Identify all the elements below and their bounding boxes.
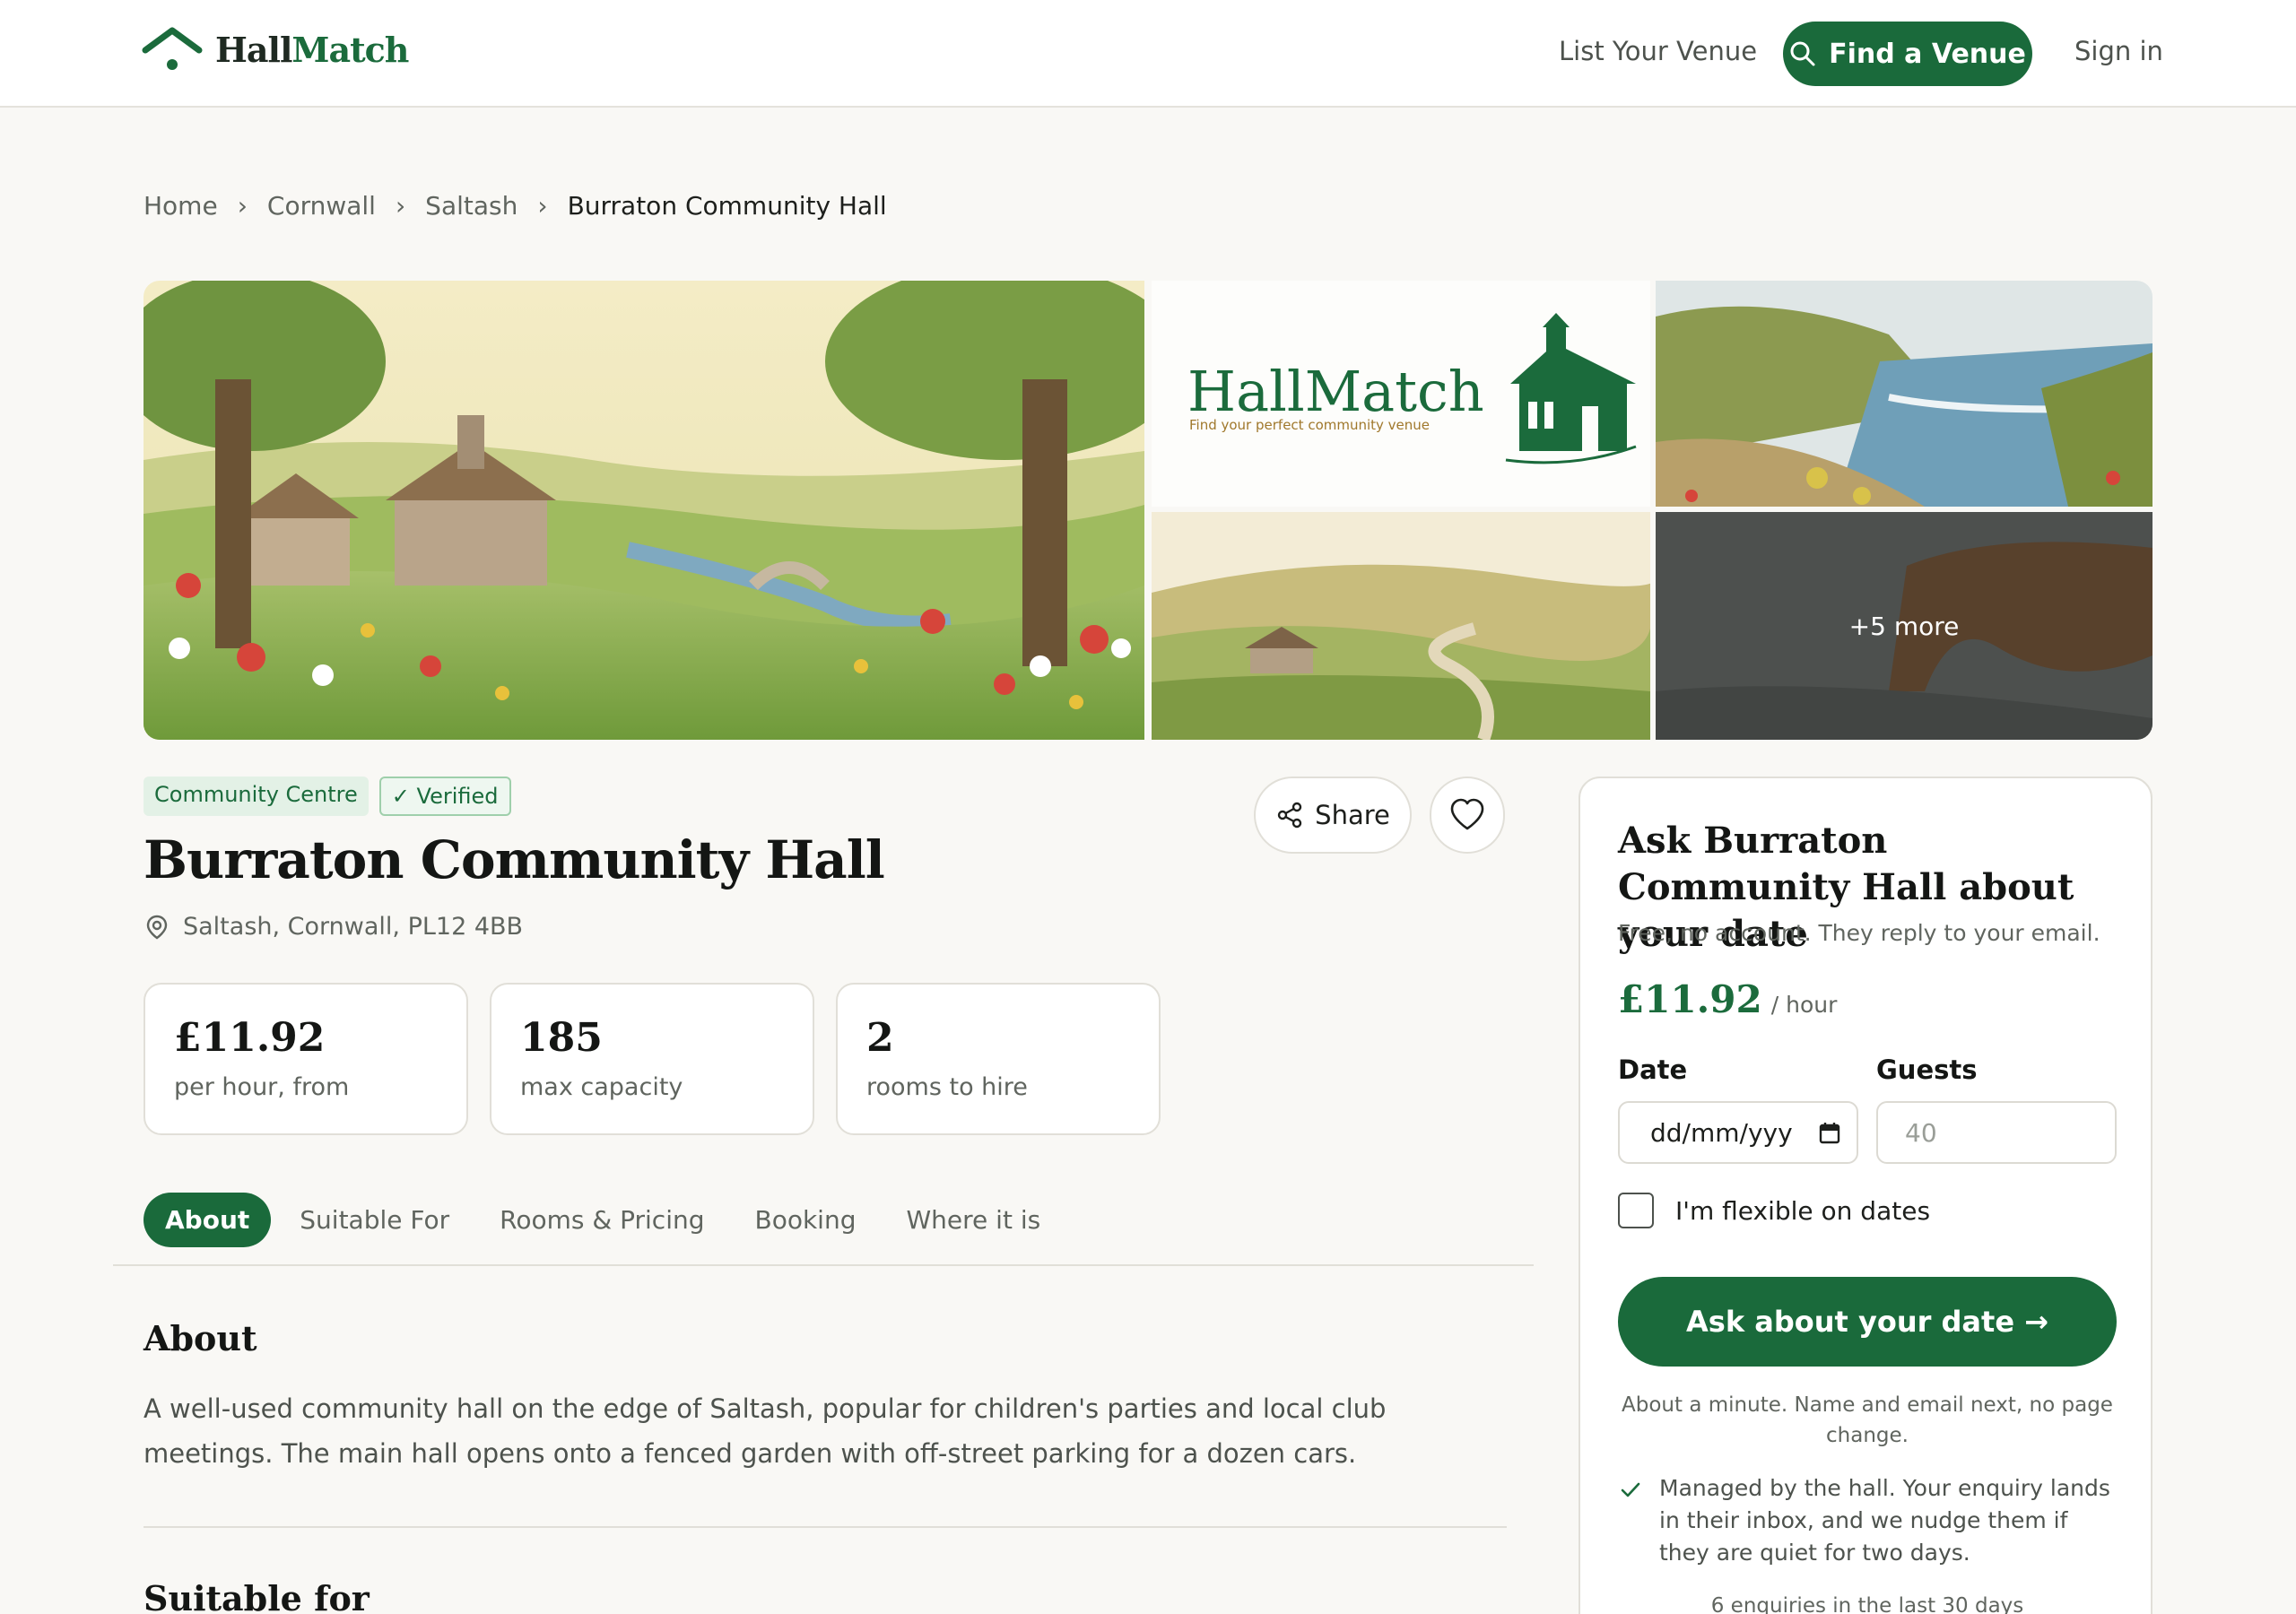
flexible-dates-checkbox[interactable]: I'm flexible on dates: [1618, 1193, 1930, 1228]
section-divider: [144, 1526, 1507, 1528]
guests-input[interactable]: 40: [1876, 1101, 2117, 1164]
heart-icon: [1450, 798, 1484, 830]
date-label: Date: [1618, 1054, 1688, 1085]
price-unit: / hour: [1770, 992, 1838, 1018]
about-text: A well-used community hall on the edge o…: [144, 1393, 1387, 1469]
stat-value: £11.92: [174, 1015, 326, 1061]
logo-roof-icon: [142, 27, 203, 70]
stat-value: 2: [866, 1015, 894, 1061]
location-text: Saltash, Cornwall, PL12 4BB: [183, 913, 524, 941]
tabs-divider: [113, 1264, 1534, 1266]
venue-location: Saltash, Cornwall, PL12 4BB: [144, 913, 523, 941]
breadcrumb-cornwall[interactable]: Cornwall: [267, 191, 376, 221]
venue-tags: Community Centre ✓ Verified: [144, 777, 511, 816]
gallery-coast-photo[interactable]: [1656, 281, 2152, 507]
nav-list-your-venue[interactable]: List Your Venue: [1559, 36, 1757, 66]
guests-label: Guests: [1876, 1054, 1978, 1085]
tab-booking[interactable]: Booking: [755, 1205, 857, 1235]
gallery-main-photo[interactable]: [144, 281, 1144, 740]
gallery-logo-photo[interactable]: HallMatch Find your perfect community ve…: [1152, 281, 1650, 507]
nav-sign-in[interactable]: Sign in: [2074, 36, 2163, 66]
managed-text: Managed by the hall. Your enquiry lands …: [1659, 1475, 2110, 1566]
share-button[interactable]: Share: [1254, 777, 1412, 854]
gallery-more-photos[interactable]: +5 more: [1656, 512, 2152, 740]
breadcrumb-current: Burraton Community Hall: [567, 191, 887, 221]
enquiries-count: 6 enquiries in the last 30 days: [1710, 1594, 2024, 1614]
chevron-right-icon: ›: [395, 191, 406, 221]
stat-label: max capacity: [520, 1073, 683, 1101]
enquiry-card: Ask Burraton Community Hall about your d…: [1578, 777, 2152, 1614]
stat-label: rooms to hire: [866, 1073, 1028, 1101]
search-icon: [1790, 41, 1815, 66]
gallery-logo-tagline: Find your perfect community venue: [1189, 417, 1430, 433]
breadcrumb: Home › Cornwall › Saltash › Burraton Com…: [144, 191, 887, 221]
enquiry-note: About a minute. Name and email next, no …: [1622, 1393, 2113, 1447]
stat-price: £11.92 per hour, from: [144, 983, 468, 1135]
logo[interactable]: HallMatch: [142, 27, 409, 72]
verified-badge: ✓ Verified: [378, 777, 511, 816]
checkbox-box[interactable]: [1618, 1193, 1654, 1228]
section-tabs: About Suitable For Rooms & Pricing Booki…: [144, 1193, 1091, 1247]
date-value: dd/mm/yyy: [1650, 1117, 1793, 1148]
date-input[interactable]: dd/mm/yyy: [1618, 1101, 1858, 1164]
managed-note: Managed by the hall. Your enquiry lands …: [1618, 1472, 2117, 1569]
verified-label: Verified: [416, 784, 499, 809]
tab-where-it-is[interactable]: Where it is: [906, 1205, 1040, 1235]
suitable-heading: Suitable for: [144, 1578, 370, 1614]
gallery-logo-title: HallMatch: [1187, 359, 1484, 424]
check-icon: ✓: [391, 784, 417, 809]
photo-gallery: HallMatch Find your perfect community ve…: [144, 281, 2152, 740]
tab-suitable-for[interactable]: Suitable For: [300, 1205, 449, 1235]
find-venue-button[interactable]: Find a Venue: [1783, 22, 2032, 86]
breadcrumb-saltash[interactable]: Saltash: [425, 191, 517, 221]
enquiry-subtext: Free, no account. They reply to your ema…: [1618, 920, 2100, 946]
about-heading: About: [144, 1318, 257, 1358]
chevron-right-icon: ›: [537, 191, 548, 221]
calendar-icon[interactable]: [1819, 1121, 1840, 1144]
site-header: HallMatch List Your Venue Find a Venue S…: [0, 0, 2296, 108]
share-label: Share: [1315, 800, 1390, 830]
stat-capacity: 185 max capacity: [490, 983, 814, 1135]
price-value: £11.92: [1618, 977, 1762, 1021]
enquiry-price: £11.92 / hour: [1618, 977, 1837, 1021]
gallery-hills-photo[interactable]: [1152, 512, 1650, 740]
category-badge: Community Centre: [144, 777, 369, 816]
stat-value: 185: [520, 1015, 603, 1061]
ask-about-date-button[interactable]: Ask about your date →: [1618, 1277, 2117, 1367]
favourite-button[interactable]: [1430, 777, 1505, 854]
stat-label: per hour, from: [174, 1073, 350, 1101]
location-pin-icon: [146, 915, 168, 939]
breadcrumb-home[interactable]: Home: [144, 191, 218, 221]
tab-rooms-pricing[interactable]: Rooms & Pricing: [500, 1205, 704, 1235]
tab-about[interactable]: About: [144, 1193, 272, 1247]
venue-title: Burraton Community Hall: [144, 829, 885, 890]
stat-rooms: 2 rooms to hire: [836, 983, 1161, 1135]
chevron-right-icon: ›: [237, 191, 248, 221]
more-photos-label: +5 more: [1848, 611, 1960, 641]
share-icon: [1277, 802, 1302, 829]
flexible-label: I'm flexible on dates: [1675, 1195, 1931, 1226]
logo-text: HallMatch: [215, 29, 409, 70]
find-venue-label: Find a Venue: [1829, 38, 2026, 70]
checkmark-icon: [1621, 1482, 1640, 1497]
